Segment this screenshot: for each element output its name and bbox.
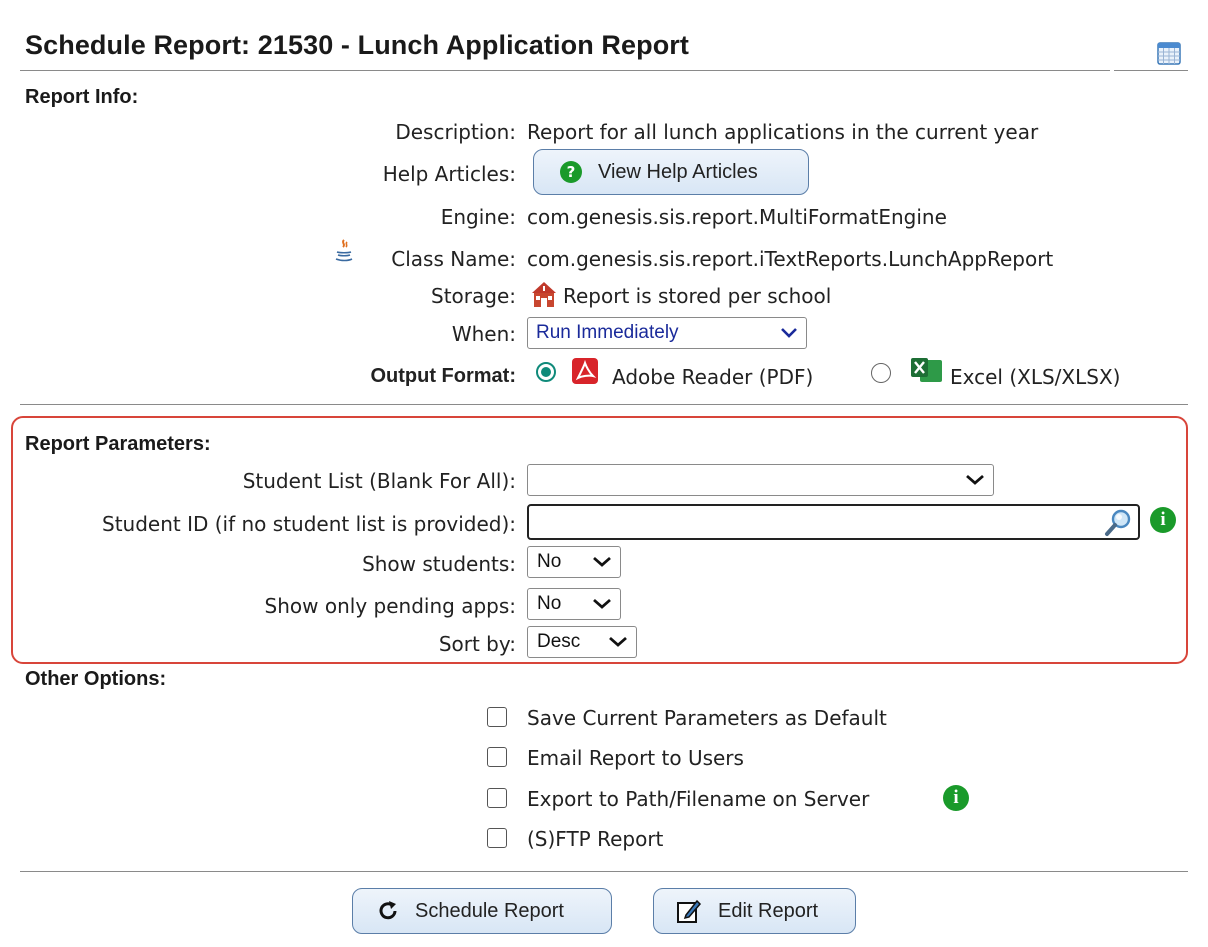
page-title: Schedule Report: 21530 - Lunch Applicati… xyxy=(25,30,689,60)
chevron-down-icon xyxy=(593,556,611,567)
chevron-down-icon xyxy=(593,598,611,609)
sort-by-label: Sort by: xyxy=(438,632,516,656)
edit-report-label: Edit Report xyxy=(718,899,819,922)
pdf-label: Adobe Reader (PDF) xyxy=(612,365,814,389)
pending-apps-select[interactable]: No xyxy=(527,588,621,620)
excel-icon xyxy=(910,357,944,385)
school-icon xyxy=(528,281,560,309)
email-report-checkbox[interactable] xyxy=(487,747,507,767)
storage-value: Report is stored per school xyxy=(563,284,832,308)
engine-label: Engine: xyxy=(440,205,516,229)
chevron-down-icon xyxy=(609,636,627,647)
report-parameters-heading: Report Parameters: xyxy=(25,433,211,455)
calendar-icon[interactable] xyxy=(1156,40,1182,66)
description-label: Description: xyxy=(395,120,516,144)
title-divider xyxy=(20,70,1110,71)
pending-apps-select-value: No xyxy=(537,593,562,614)
chevron-down-icon xyxy=(966,474,984,485)
export-path-checkbox[interactable] xyxy=(487,788,507,808)
engine-value: com.genesis.sis.report.MultiFormatEngine xyxy=(527,205,947,229)
student-id-label: Student ID (if no student list is provid… xyxy=(102,512,516,536)
sftp-report-checkbox[interactable] xyxy=(487,828,507,848)
show-students-select[interactable]: No xyxy=(527,546,621,578)
show-students-select-value: No xyxy=(537,551,562,572)
output-format-label: Output Format: xyxy=(370,365,516,387)
save-defaults-label: Save Current Parameters as Default xyxy=(527,706,887,730)
student-list-select[interactable] xyxy=(527,464,994,496)
schedule-report-button[interactable]: Schedule Report xyxy=(352,888,612,934)
view-help-articles-label: View Help Articles xyxy=(598,160,758,183)
excel-radio[interactable] xyxy=(871,363,891,383)
description-value: Report for all lunch applications in the… xyxy=(527,120,1039,144)
storage-label: Storage: xyxy=(431,284,516,308)
when-select[interactable]: Run Immediately xyxy=(527,317,807,349)
help-question-icon: ? xyxy=(560,161,582,183)
other-options-heading: Other Options: xyxy=(25,668,167,690)
export-info-icon[interactable]: i xyxy=(943,785,969,811)
sort-by-select-value: Desc xyxy=(537,631,581,652)
when-select-value: Run Immediately xyxy=(536,322,679,343)
class-name-value: com.genesis.sis.report.iTextReports.Lunc… xyxy=(527,247,1054,271)
email-report-label: Email Report to Users xyxy=(527,746,744,770)
refresh-icon xyxy=(379,901,397,920)
pdf-radio[interactable] xyxy=(536,362,556,382)
excel-label: Excel (XLS/XLSX) xyxy=(950,365,1121,389)
sort-by-select[interactable]: Desc xyxy=(527,626,637,658)
pdf-icon xyxy=(571,357,599,385)
show-students-label: Show students: xyxy=(362,552,516,576)
when-label: When: xyxy=(451,322,516,346)
export-path-label: Export to Path/Filename on Server xyxy=(527,787,870,811)
sftp-report-label: (S)FTP Report xyxy=(527,827,664,851)
edit-report-button[interactable]: Edit Report xyxy=(653,888,856,934)
search-icon[interactable] xyxy=(1104,507,1134,537)
info-icon[interactable]: i xyxy=(1150,507,1176,533)
help-articles-label: Help Articles: xyxy=(382,162,516,186)
view-help-articles-button[interactable]: ? View Help Articles xyxy=(533,149,809,195)
save-defaults-checkbox[interactable] xyxy=(487,707,507,727)
section-divider-2 xyxy=(20,871,1188,872)
schedule-report-label: Schedule Report xyxy=(415,899,564,922)
java-icon xyxy=(333,238,355,264)
class-name-label: Class Name: xyxy=(391,247,516,271)
student-list-label: Student List (Blank For All): xyxy=(242,469,516,493)
pending-apps-label: Show only pending apps: xyxy=(264,594,516,618)
report-info-heading: Report Info: xyxy=(25,86,139,108)
title-divider-right xyxy=(1114,70,1188,71)
chevron-down-icon xyxy=(781,328,797,338)
student-id-input[interactable] xyxy=(527,504,1140,540)
edit-icon xyxy=(677,899,702,923)
section-divider-1 xyxy=(20,404,1188,405)
